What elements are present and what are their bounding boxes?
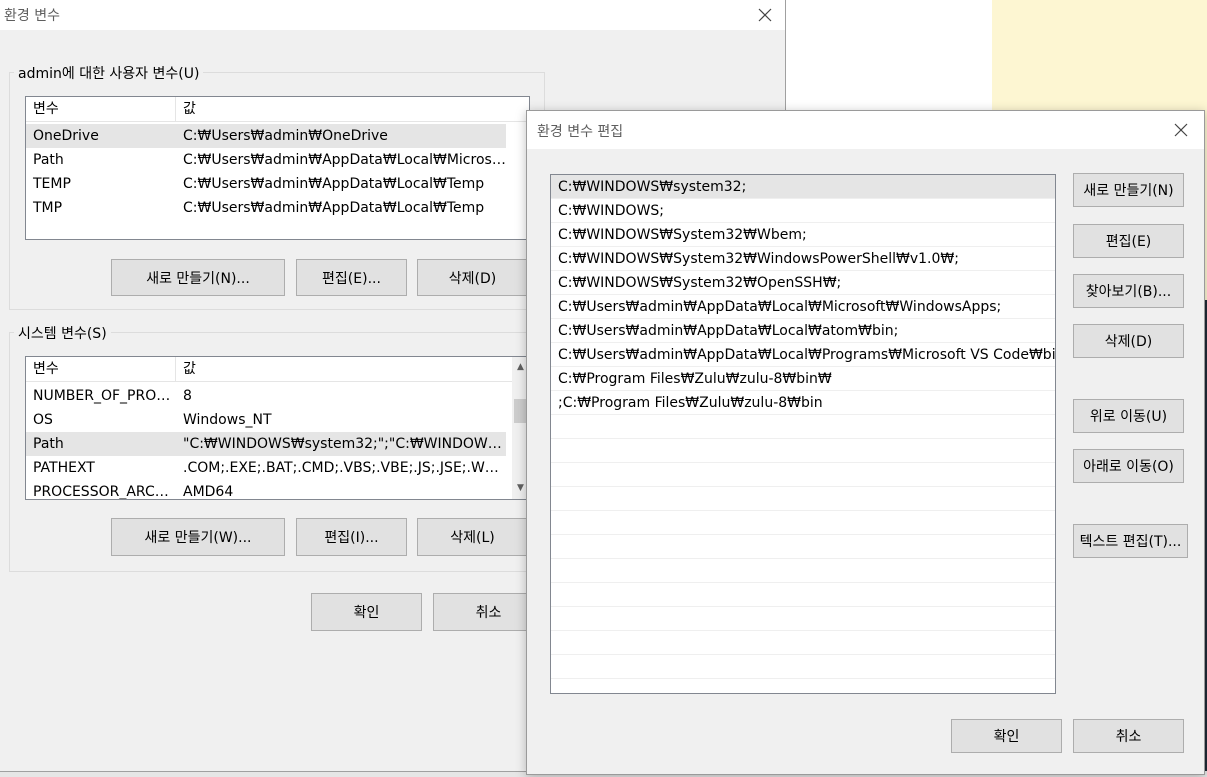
- empty-row[interactable]: [551, 511, 1055, 535]
- list-item[interactable]: C:₩WINDOWS₩System32₩WindowsPowerShell₩v1…: [551, 247, 1055, 271]
- edit-path-button[interactable]: 편집(E): [1073, 224, 1184, 258]
- title-bar: 환경 변수: [0, 0, 785, 30]
- ok-button[interactable]: 확인: [311, 593, 422, 631]
- table-row[interactable]: Path C:₩Users₩admin₩AppData₩Local₩Micros…: [26, 148, 506, 172]
- dialog-title: 환경 변수: [4, 8, 60, 24]
- empty-row[interactable]: [551, 535, 1055, 559]
- variable-name: Path: [33, 152, 64, 168]
- list-item[interactable]: C:₩Users₩admin₩AppData₩Local₩Microsoft₩W…: [551, 295, 1055, 319]
- list-header: 변수 값: [26, 97, 529, 122]
- variable-value: AMD64: [183, 484, 234, 500]
- column-header-variable[interactable]: 변수: [26, 97, 176, 121]
- table-row[interactable]: PROCESSOR_ARCH... AMD64: [26, 480, 506, 500]
- empty-row[interactable]: [551, 583, 1055, 607]
- empty-row[interactable]: [551, 415, 1055, 439]
- list-header: 변수 값: [26, 357, 512, 382]
- column-header-value[interactable]: 값: [176, 357, 512, 381]
- new-path-button[interactable]: 새로 만들기(N): [1073, 173, 1184, 207]
- empty-row[interactable]: [551, 655, 1055, 679]
- cancel-button[interactable]: 취소: [1073, 719, 1184, 753]
- list-item[interactable]: C:₩WINDOWS₩System32₩OpenSSH₩;: [551, 271, 1055, 295]
- table-row[interactable]: PATHEXT .COM;.EXE;.BAT;.CMD;.VBS;.VBE;.J…: [26, 456, 506, 480]
- list-item[interactable]: ;C:₩Program Files₩Zulu₩zulu-8₩bin: [551, 391, 1055, 415]
- list-item[interactable]: C:₩Users₩admin₩AppData₩Local₩Programs₩Mi…: [551, 343, 1055, 367]
- variable-value: 8: [183, 388, 192, 404]
- list-item[interactable]: C:₩WINDOWS₩System32₩Wbem;: [551, 223, 1055, 247]
- table-row[interactable]: OS Windows_NT: [26, 408, 506, 432]
- column-header-value[interactable]: 값: [176, 97, 529, 121]
- user-edit-button[interactable]: 편집(E)...: [296, 259, 407, 296]
- variable-name: TMP: [33, 200, 63, 216]
- list-item[interactable]: C:₩Program Files₩Zulu₩zulu-8₩bin₩: [551, 367, 1055, 391]
- variable-name: NUMBER_OF_PROC...: [33, 388, 176, 404]
- table-row[interactable]: TEMP C:₩Users₩admin₩AppData₩Local₩Temp: [26, 172, 506, 196]
- empty-row[interactable]: [551, 607, 1055, 631]
- close-icon[interactable]: [754, 4, 776, 26]
- empty-row[interactable]: [551, 559, 1055, 583]
- user-delete-button[interactable]: 삭제(D): [417, 259, 528, 296]
- system-edit-button[interactable]: 편집(I)...: [296, 518, 407, 556]
- variable-name: PROCESSOR_ARCH...: [33, 484, 176, 500]
- close-icon[interactable]: [1170, 119, 1192, 141]
- variable-value: Windows_NT: [183, 412, 272, 428]
- variable-name: PATHEXT: [33, 460, 95, 476]
- ok-button[interactable]: 확인: [951, 719, 1062, 753]
- title-bar: 환경 변수 편집: [527, 111, 1204, 149]
- system-delete-button[interactable]: 삭제(L): [417, 518, 528, 556]
- variable-name: OneDrive: [33, 128, 99, 144]
- delete-path-button[interactable]: 삭제(D): [1073, 324, 1184, 358]
- move-up-button[interactable]: 위로 이동(U): [1073, 399, 1184, 433]
- move-down-button[interactable]: 아래로 이동(O): [1073, 449, 1184, 483]
- variable-value: C:₩Users₩admin₩AppData₩Local₩Temp: [183, 200, 485, 216]
- list-item[interactable]: C:₩WINDOWS;: [551, 199, 1055, 223]
- edit-text-button[interactable]: 텍스트 편집(T)...: [1073, 524, 1188, 558]
- empty-row[interactable]: [551, 463, 1055, 487]
- system-new-button[interactable]: 새로 만들기(W)...: [111, 518, 285, 556]
- empty-row[interactable]: [551, 631, 1055, 655]
- variable-name: TEMP: [33, 176, 71, 192]
- path-list[interactable]: C:₩WINDOWS₩system32; C:₩WINDOWS; C:₩WIND…: [550, 174, 1056, 694]
- user-variables-list[interactable]: 변수 값 OneDrive C:₩Users₩admin₩OneDrive Pa…: [25, 96, 530, 240]
- list-item[interactable]: C:₩Users₩admin₩AppData₩Local₩atom₩bin;: [551, 319, 1055, 343]
- user-variables-label: admin에 대한 사용자 변수(U): [14, 63, 204, 83]
- edit-environment-variable-dialog: 환경 변수 편집 C:₩WINDOWS₩system32; C:₩WINDOWS…: [526, 110, 1205, 775]
- variable-name: Path: [33, 436, 64, 452]
- variable-value: "C:₩WINDOWS₩system32;";"C:₩WINDOWS;";...: [183, 436, 506, 452]
- variable-value: .COM;.EXE;.BAT;.CMD;.VBS;.VBE;.JS;.JSE;.…: [183, 460, 506, 476]
- system-variables-label: 시스템 변수(S): [14, 323, 111, 343]
- variable-value: C:₩Users₩admin₩AppData₩Local₩Microsoft..…: [183, 152, 506, 168]
- system-variables-list[interactable]: 변수 값 NUMBER_OF_PROC... 8 OS Windows_NT P…: [25, 356, 530, 500]
- user-new-button[interactable]: 새로 만들기(N)...: [111, 259, 285, 296]
- table-row[interactable]: OneDrive C:₩Users₩admin₩OneDrive: [26, 124, 506, 148]
- list-item[interactable]: C:₩WINDOWS₩system32;: [551, 175, 1055, 199]
- variable-value: C:₩Users₩admin₩OneDrive: [183, 128, 388, 144]
- empty-row[interactable]: [551, 439, 1055, 463]
- empty-row[interactable]: [551, 487, 1055, 511]
- variable-value: C:₩Users₩admin₩AppData₩Local₩Temp: [183, 176, 485, 192]
- table-row[interactable]: Path "C:₩WINDOWS₩system32;";"C:₩WINDOWS;…: [26, 432, 506, 456]
- dialog-title: 환경 변수 편집: [537, 124, 624, 140]
- table-row[interactable]: TMP C:₩Users₩admin₩AppData₩Local₩Temp: [26, 196, 506, 220]
- column-header-variable[interactable]: 변수: [26, 357, 176, 381]
- variable-name: OS: [33, 412, 53, 428]
- browse-button[interactable]: 찾아보기(B)...: [1073, 274, 1184, 308]
- table-row[interactable]: NUMBER_OF_PROC... 8: [26, 384, 506, 408]
